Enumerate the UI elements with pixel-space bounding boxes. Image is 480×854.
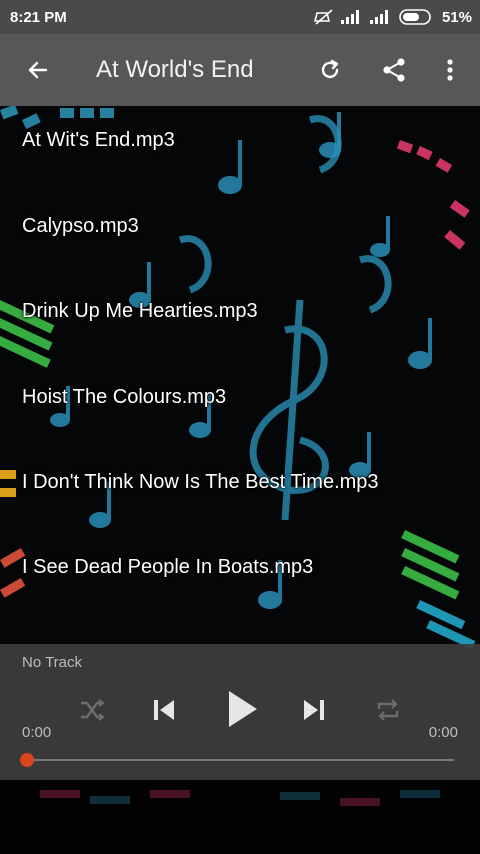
play-icon — [229, 691, 257, 727]
battery-percent: 51% — [441, 8, 472, 26]
signal-icon-2 — [369, 10, 388, 24]
track-item[interactable]: I Don't Think Now Is The Best Time.mp3 — [22, 471, 379, 494]
play-button[interactable] — [218, 684, 266, 734]
page-title: At World's End — [96, 56, 254, 83]
refresh-button[interactable] — [306, 34, 354, 106]
total-time: 0:00 — [428, 724, 458, 741]
arrow-left-icon — [28, 61, 48, 79]
previous-button[interactable] — [144, 690, 184, 730]
skip-next-icon — [304, 700, 324, 720]
now-playing-label: No Track — [22, 654, 83, 671]
shuffle-button[interactable] — [72, 692, 112, 728]
shuffle-icon — [81, 699, 105, 721]
share-icon — [383, 58, 405, 82]
back-button[interactable] — [14, 34, 62, 106]
status-time: 8:21 PM — [10, 8, 67, 26]
mute-icon — [313, 9, 333, 25]
more-options-button[interactable] — [426, 34, 474, 106]
track-item[interactable]: Hoist The Colours.mp3 — [22, 386, 226, 409]
elapsed-time: 0:00 — [22, 724, 52, 741]
battery-icon — [399, 9, 431, 25]
status-icons: 51% — [313, 0, 472, 34]
track-item[interactable]: At Wit's End.mp3 — [22, 129, 175, 152]
seek-bar[interactable] — [26, 759, 454, 761]
seek-handle[interactable] — [20, 753, 34, 767]
next-button[interactable] — [294, 690, 334, 730]
track-item[interactable]: Calypso.mp3 — [22, 215, 139, 238]
signal-icon-1 — [340, 10, 359, 24]
player-panel: No Track 0:00 0:00 — [0, 644, 480, 780]
track-item[interactable]: Drink Up Me Hearties.mp3 — [22, 300, 258, 323]
share-button[interactable] — [370, 34, 418, 106]
toolbar: At World's End — [0, 34, 480, 106]
track-item[interactable]: I See Dead People In Boats.mp3 — [22, 556, 313, 579]
skip-previous-icon — [154, 700, 174, 720]
repeat-button[interactable] — [368, 692, 408, 728]
more-vert-icon — [447, 59, 453, 81]
status-bar: 8:21 PM 51% — [0, 0, 480, 34]
repeat-icon — [377, 699, 399, 721]
bottom-shade — [0, 780, 480, 854]
refresh-icon — [321, 59, 339, 79]
